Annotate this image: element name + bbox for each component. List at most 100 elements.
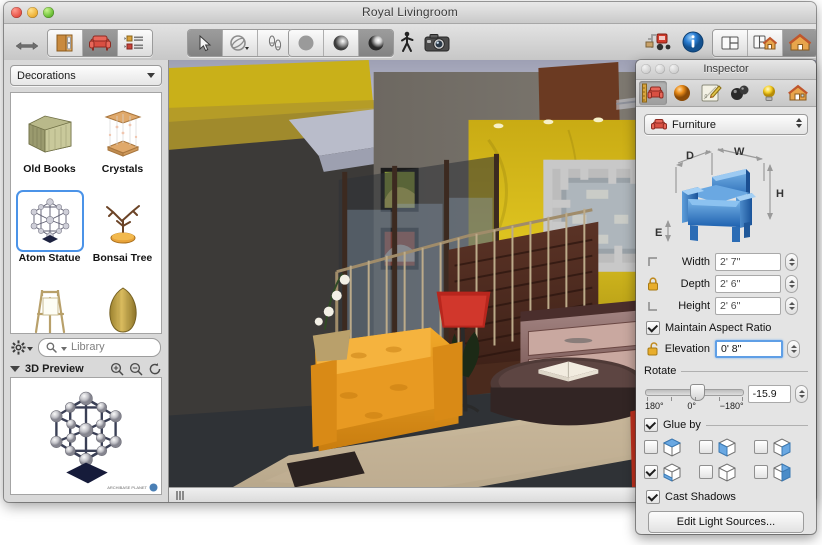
- glue-top-cell[interactable]: [644, 437, 696, 457]
- list-item[interactable]: Crystals: [86, 99, 159, 188]
- rotate-ticks: [645, 396, 744, 401]
- elevation-input[interactable]: 0' 8": [715, 340, 783, 358]
- search-icon: [46, 342, 57, 353]
- rotate-input[interactable]: -15.9: [748, 385, 792, 403]
- glue-bottom-cell[interactable]: [644, 462, 696, 482]
- camera-button[interactable]: [422, 29, 452, 55]
- zoom-out-icon[interactable]: [129, 362, 143, 376]
- glue-top-checkbox[interactable]: [644, 440, 658, 454]
- lock-closed-icon[interactable]: [644, 277, 662, 291]
- library-items-grid[interactable]: Old Books: [10, 92, 162, 334]
- maintain-aspect-row[interactable]: Maintain Aspect Ratio: [646, 321, 808, 335]
- rotate-slider[interactable]: [645, 389, 744, 396]
- width-stepper[interactable]: [785, 253, 798, 271]
- shading-flat-button[interactable]: [289, 30, 324, 56]
- cube-front-icon: [716, 437, 738, 457]
- inspector-tabs[interactable]: 0: [636, 80, 816, 107]
- glue-left-cell[interactable]: [754, 462, 806, 482]
- list-item[interactable]: Bonsai Tree: [86, 188, 159, 277]
- corner-top-icon: [644, 256, 662, 268]
- glue-by-checkbox[interactable]: [644, 418, 658, 432]
- glue-back-cell[interactable]: [699, 462, 751, 482]
- height-input[interactable]: 2' 6": [715, 297, 781, 315]
- view-toolgroup[interactable]: [712, 29, 816, 57]
- width-input[interactable]: 2' 7": [715, 253, 781, 271]
- height-label: Height: [662, 300, 715, 312]
- elevation-label: E: [655, 227, 662, 239]
- rotate-stepper[interactable]: [795, 385, 808, 403]
- list-tool-button[interactable]: [118, 30, 152, 56]
- category-dropdown[interactable]: Decorations: [10, 65, 162, 86]
- light-tab[interactable]: [755, 81, 783, 105]
- dimension-diagram: D W H E: [644, 139, 808, 252]
- inspector-title-bar: Inspector: [636, 60, 816, 80]
- scroll-grip-icon[interactable]: [176, 491, 184, 500]
- glue-bottom-checkbox[interactable]: [644, 465, 658, 479]
- glue-back-checkbox[interactable]: [699, 465, 713, 479]
- main-toolbar: [4, 24, 816, 62]
- rotate-slider-wrap: 180° 0° −180°: [645, 382, 744, 411]
- render-tab[interactable]: [726, 81, 754, 105]
- inspector-panel: Inspector: [636, 60, 816, 534]
- height-stepper[interactable]: [785, 297, 798, 315]
- list-item[interactable]: Easel: [13, 277, 86, 334]
- walls-tool-button[interactable]: [48, 30, 83, 56]
- list-item[interactable]: Vase Bamboo: [86, 277, 159, 334]
- cast-shadows-row[interactable]: Cast Shadows: [646, 490, 808, 504]
- orbit-tool-button[interactable]: [223, 30, 258, 56]
- atom-icon: [18, 192, 82, 250]
- cast-shadows-checkbox[interactable]: [646, 490, 660, 504]
- depth-row: Depth 2' 6": [644, 274, 808, 294]
- walk-tool-button[interactable]: [258, 30, 292, 56]
- glue-right-cell[interactable]: [754, 437, 806, 457]
- view-plan-button[interactable]: [713, 30, 748, 56]
- pencil-ruler-icon: 0: [700, 83, 722, 103]
- cube-right-icon: [771, 437, 793, 457]
- maintain-aspect-checkbox[interactable]: [646, 321, 660, 335]
- shading-smooth-button[interactable]: [324, 30, 359, 56]
- lock-open-icon[interactable]: [644, 342, 662, 356]
- rotate-tick-labels: 180° 0° −180°: [645, 401, 744, 411]
- easel-icon: [18, 281, 82, 334]
- zoom-in-icon[interactable]: [110, 362, 124, 376]
- preview-header[interactable]: 3D Preview: [4, 360, 168, 377]
- glue-front-checkbox[interactable]: [699, 440, 713, 454]
- books-icon: [18, 103, 82, 161]
- select-tool-button[interactable]: [188, 30, 223, 56]
- glue-right-checkbox[interactable]: [754, 440, 768, 454]
- shading-render-button[interactable]: [359, 30, 393, 56]
- object-type-dropdown[interactable]: Furniture: [644, 114, 808, 135]
- walkthrough-button[interactable]: [392, 29, 422, 55]
- dimensions-tab[interactable]: [639, 81, 667, 105]
- glue-left-checkbox[interactable]: [754, 465, 768, 479]
- cast-shadows-label: Cast Shadows: [665, 491, 736, 503]
- depth-stepper[interactable]: [785, 275, 798, 293]
- view-split-button[interactable]: [748, 30, 783, 56]
- cube-top-icon: [661, 437, 683, 457]
- refresh-icon[interactable]: [148, 362, 162, 376]
- mode-toolgroup[interactable]: [47, 29, 153, 57]
- rotate-control-row: 180° 0° −180° -15.9: [644, 382, 808, 411]
- list-item[interactable]: Old Books: [13, 99, 86, 188]
- gear-icon[interactable]: [11, 340, 33, 355]
- depth-input[interactable]: 2' 6": [715, 275, 781, 293]
- preview-3d-canvas[interactable]: ARCHIBASE PLANET: [10, 377, 162, 495]
- disclosure-triangle-icon[interactable]: [10, 366, 20, 372]
- import-forklift-button[interactable]: [642, 29, 676, 55]
- list-item[interactable]: Atom Statue: [13, 188, 86, 277]
- shading-toolgroup[interactable]: [288, 29, 394, 57]
- search-input[interactable]: Library: [38, 338, 161, 357]
- furniture-tool-button[interactable]: [83, 30, 118, 56]
- glue-front-cell[interactable]: [699, 437, 751, 457]
- lightbulb-icon: [759, 83, 779, 103]
- resize-handle-icon[interactable]: [14, 36, 40, 56]
- navigation-toolgroup[interactable]: [187, 29, 293, 57]
- view-3d-button[interactable]: [783, 30, 816, 56]
- vase-icon: [91, 281, 155, 334]
- edit-light-sources-button[interactable]: Edit Light Sources...: [648, 511, 804, 533]
- edit-tab[interactable]: 0: [697, 81, 725, 105]
- material-tab[interactable]: [668, 81, 696, 105]
- elevation-stepper[interactable]: [787, 340, 800, 358]
- house-tab[interactable]: [784, 81, 812, 105]
- info-button[interactable]: [678, 29, 708, 55]
